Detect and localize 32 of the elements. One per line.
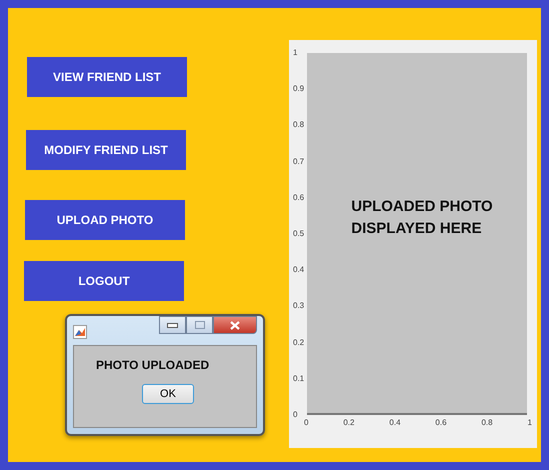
y-tick-label: 0.7	[293, 156, 306, 167]
x-tick-label: 0.8	[481, 418, 493, 428]
x-tick-label: 1	[527, 418, 532, 428]
placeholder-text: UPLOADED PHOTO	[351, 197, 493, 217]
maximize-button[interactable]	[186, 316, 213, 334]
minimize-button[interactable]	[159, 316, 186, 334]
x-tick-label: 0.6	[435, 418, 447, 428]
x-tick-label: 0.4	[389, 418, 401, 428]
close-icon	[230, 320, 240, 330]
x-tick-label: 0	[304, 418, 308, 428]
menu-button[interactable]: LOGOUT	[24, 261, 184, 301]
ok-button[interactable]: OK	[142, 384, 194, 404]
y-tick-label: 0.2	[293, 338, 306, 348]
y-tick-label: 0.8	[293, 120, 306, 130]
close-button[interactable]	[213, 316, 257, 334]
menu-button[interactable]: VIEW FRIEND LIST	[27, 57, 187, 97]
y-tick-label: 0.9	[293, 84, 306, 94]
menu-button[interactable]: UPLOAD PHOTO	[25, 200, 185, 240]
y-tick-label: 0	[293, 410, 298, 420]
y-tick-label: 0.4	[293, 265, 306, 276]
x-tick-label: 0.2	[343, 418, 354, 428]
menu-button[interactable]: MODIFY FRIEND LIST	[26, 130, 186, 170]
maximize-icon	[194, 321, 204, 329]
y-tick-label: 0.3	[293, 301, 306, 312]
y-tick-label: 1	[293, 48, 298, 58]
y-tick-label: 0.1	[293, 374, 306, 384]
y-tick-label: 0.6	[293, 192, 306, 203]
dialog-message: PHOTO UPLOADED	[96, 358, 210, 372]
y-tick-label: 0.5	[293, 228, 306, 239]
minimize-icon	[167, 322, 178, 328]
placeholder-text: DISPLAYED HERE	[351, 219, 483, 239]
app-icon	[73, 325, 87, 339]
